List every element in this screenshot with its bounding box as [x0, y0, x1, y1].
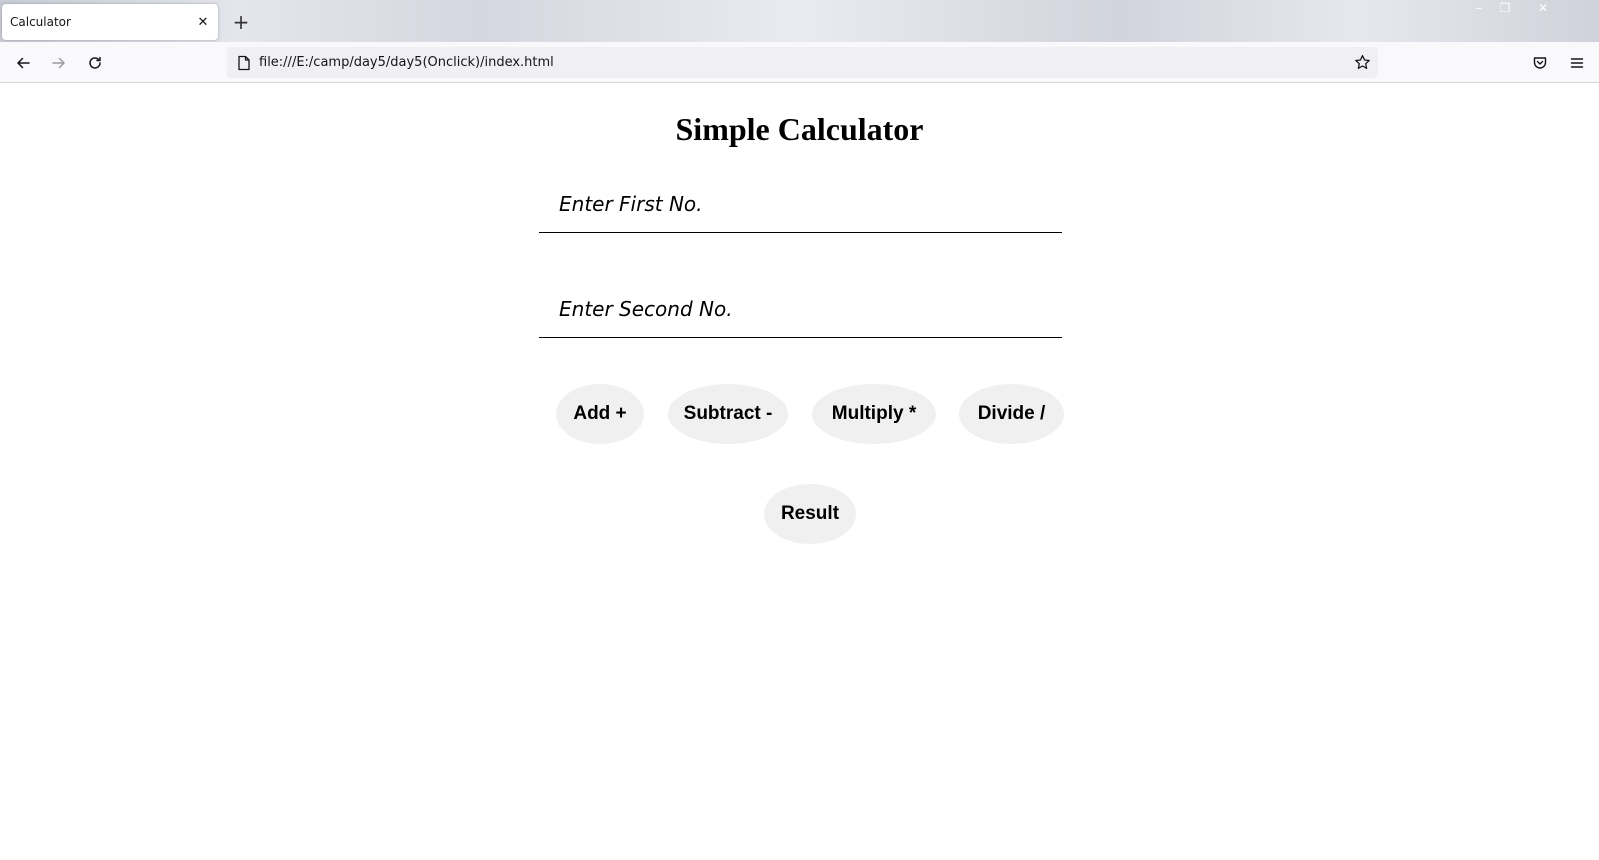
page-title: Simple Calculator [675, 111, 924, 147]
navigation-toolbar: file:///E:/camp/day5/day5(Onclick)/index… [0, 42, 1599, 83]
url-bar[interactable]: file:///E:/camp/day5/day5(Onclick)/index… [227, 47, 1378, 78]
result-button[interactable]: Result [764, 484, 856, 544]
pocket-icon [1533, 57, 1547, 69]
restore-window-button[interactable]: ❐ [1492, 0, 1518, 16]
reload-button[interactable] [81, 50, 109, 76]
back-arrow-icon [17, 57, 30, 69]
second-number-input[interactable] [539, 280, 1062, 338]
close-tab-icon[interactable]: ✕ [188, 7, 218, 37]
add-button[interactable]: Add + [556, 384, 644, 444]
close-window-button[interactable]: ✕ [1530, 0, 1556, 16]
multiply-button[interactable]: Multiply * [812, 384, 936, 444]
bookmark-star-icon[interactable] [1346, 47, 1378, 78]
reload-icon [89, 56, 101, 69]
tab-strip: Calculator ✕ + – ❐ ✕ [0, 0, 1599, 42]
first-number-input[interactable] [539, 175, 1062, 233]
pocket-button[interactable] [1526, 50, 1554, 76]
minimize-window-button[interactable]: – [1466, 0, 1492, 16]
divide-button[interactable]: Divide / [959, 384, 1064, 444]
menu-button[interactable] [1563, 50, 1591, 76]
url-text[interactable]: file:///E:/camp/day5/day5(Onclick)/index… [259, 55, 1346, 70]
forward-arrow-icon [52, 57, 65, 69]
forward-button[interactable] [45, 50, 73, 76]
back-button[interactable] [9, 50, 37, 76]
subtract-button[interactable]: Subtract - [668, 384, 788, 444]
menu-icon [1570, 58, 1584, 68]
page-content: Simple Calculator Add + Subtract - Multi… [0, 83, 1599, 860]
new-tab-button[interactable]: + [228, 9, 254, 35]
browser-tab[interactable]: Calculator ✕ [2, 4, 218, 40]
page-icon [229, 47, 259, 78]
tab-title: Calculator [10, 15, 71, 29]
